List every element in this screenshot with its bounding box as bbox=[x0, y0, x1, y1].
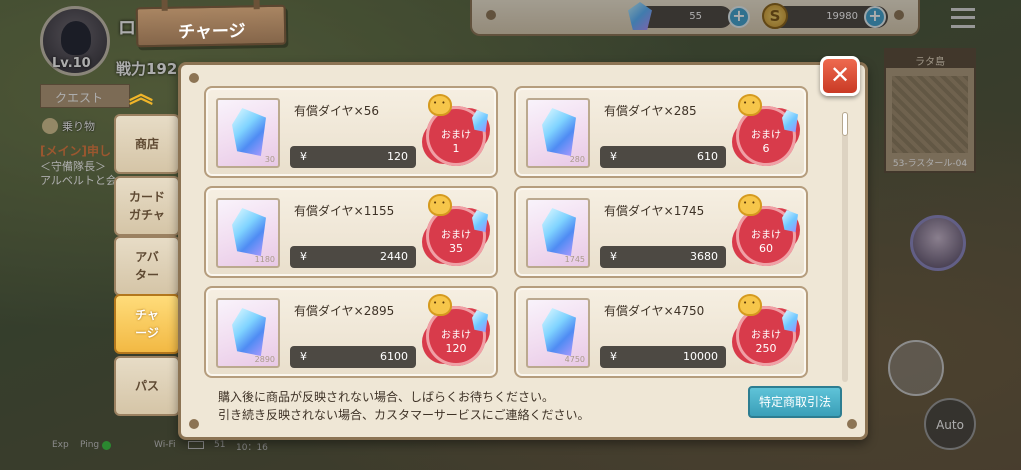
product-card[interactable]: 1180 有償ダイヤ×1155 ¥ 2440 おまけ 35 bbox=[204, 186, 498, 278]
nav-card-gacha[interactable]: カード ガチャ bbox=[114, 176, 180, 236]
nav-pass[interactable]: パス bbox=[114, 356, 180, 416]
bonus-amount: 35 bbox=[449, 242, 463, 255]
price-button[interactable]: ¥ 6100 bbox=[290, 346, 416, 368]
panel-rivet bbox=[189, 73, 199, 83]
bonus-amount: 120 bbox=[445, 342, 467, 355]
bonus-badge: おまけ 250 bbox=[734, 294, 800, 370]
bonus-amount: 6 bbox=[762, 142, 770, 155]
price-button[interactable]: ¥ 610 bbox=[600, 146, 726, 168]
price-amount: 610 bbox=[697, 150, 718, 163]
thumbnail-amount: 1745 bbox=[564, 255, 585, 264]
bonus-badge: おまけ 35 bbox=[424, 194, 490, 270]
bonus-label: おまけ bbox=[751, 130, 781, 141]
product-name: 有償ダイヤ×56 bbox=[294, 104, 379, 118]
product-card[interactable]: 2890 有償ダイヤ×2895 ¥ 6100 おまけ 120 bbox=[204, 286, 498, 378]
commerce-law-button[interactable]: 特定商取引法 bbox=[748, 386, 842, 418]
diamond-icon bbox=[542, 308, 576, 356]
product-card[interactable]: 280 有償ダイヤ×285 ¥ 610 おまけ 6 bbox=[514, 86, 808, 178]
page-title: チャージ bbox=[135, 4, 287, 48]
bonus-badge: おまけ 1 bbox=[424, 94, 490, 170]
diamond-icon bbox=[542, 208, 576, 256]
bonus-amount: 1 bbox=[452, 142, 460, 155]
nav-charge[interactable]: チャ ージ bbox=[114, 294, 180, 354]
currency-symbol: ¥ bbox=[610, 150, 617, 163]
bonus-badge: おまけ 120 bbox=[424, 294, 490, 370]
price-amount: 120 bbox=[387, 150, 408, 163]
mascot-icon bbox=[428, 194, 452, 216]
currency-symbol: ¥ bbox=[300, 350, 307, 363]
thumbnail-amount: 4750 bbox=[564, 355, 585, 364]
nav-avatar[interactable]: アバ ター bbox=[114, 236, 180, 296]
diamond-thumbnail: 30 bbox=[216, 98, 280, 168]
mascot-icon bbox=[738, 94, 762, 116]
bonus-label: おまけ bbox=[441, 330, 471, 341]
scrollbar-track[interactable] bbox=[842, 112, 848, 382]
diamond-thumbnail: 1745 bbox=[526, 198, 590, 268]
bonus-badge: おまけ 6 bbox=[734, 94, 800, 170]
nav-shop[interactable]: 商店 bbox=[114, 114, 180, 174]
product-card[interactable]: 4750 有償ダイヤ×4750 ¥ 10000 おまけ 250 bbox=[514, 286, 808, 378]
bonus-amount: 60 bbox=[759, 242, 773, 255]
diamond-icon bbox=[232, 208, 266, 256]
panel-rivet bbox=[189, 419, 199, 429]
scrollbar-thumb[interactable] bbox=[842, 112, 848, 136]
product-card[interactable]: 1745 有償ダイヤ×1745 ¥ 3680 おまけ 60 bbox=[514, 186, 808, 278]
support-notice: 引き続き反映されない場合、カスタマーサービスにご連絡ください。 bbox=[218, 408, 590, 422]
thumbnail-amount: 280 bbox=[569, 155, 585, 164]
diamond-icon bbox=[232, 108, 266, 156]
panel-rivet bbox=[847, 419, 857, 429]
product-name: 有償ダイヤ×1745 bbox=[604, 204, 705, 218]
purchase-notice: 購入後に商品が反映されない場合、しばらくお待ちください。 bbox=[218, 390, 555, 404]
thumbnail-amount: 2890 bbox=[254, 355, 275, 364]
product-card[interactable]: 30 有償ダイヤ×56 ¥ 120 おまけ 1 bbox=[204, 86, 498, 178]
thumbnail-amount: 1180 bbox=[254, 255, 275, 264]
bonus-label: おまけ bbox=[441, 130, 471, 141]
bonus-label: おまけ bbox=[441, 230, 471, 241]
bonus-badge: おまけ 60 bbox=[734, 194, 800, 270]
diamond-icon bbox=[232, 308, 266, 356]
product-name: 有償ダイヤ×285 bbox=[604, 104, 697, 118]
bonus-label: おまけ bbox=[751, 330, 781, 341]
currency-symbol: ¥ bbox=[610, 250, 617, 263]
price-amount: 2440 bbox=[380, 250, 408, 263]
bonus-label: おまけ bbox=[751, 230, 781, 241]
close-button[interactable]: ✕ bbox=[820, 56, 860, 96]
mascot-icon bbox=[738, 194, 762, 216]
product-name: 有償ダイヤ×1155 bbox=[294, 204, 395, 218]
mascot-icon bbox=[428, 94, 452, 116]
diamond-thumbnail: 2890 bbox=[216, 298, 280, 368]
price-button[interactable]: ¥ 120 bbox=[290, 146, 416, 168]
diamond-icon bbox=[542, 108, 576, 156]
currency-symbol: ¥ bbox=[300, 250, 307, 263]
price-amount: 3680 bbox=[690, 250, 718, 263]
price-button[interactable]: ¥ 10000 bbox=[600, 346, 726, 368]
price-button[interactable]: ¥ 3680 bbox=[600, 246, 726, 268]
diamond-thumbnail: 1180 bbox=[216, 198, 280, 268]
thumbnail-amount: 30 bbox=[264, 155, 275, 164]
product-name: 有償ダイヤ×4750 bbox=[604, 304, 705, 318]
mascot-icon bbox=[428, 294, 452, 316]
diamond-thumbnail: 280 bbox=[526, 98, 590, 168]
mascot-icon bbox=[738, 294, 762, 316]
diamond-thumbnail: 4750 bbox=[526, 298, 590, 368]
bonus-amount: 250 bbox=[755, 342, 777, 355]
price-amount: 10000 bbox=[683, 350, 718, 363]
price-button[interactable]: ¥ 2440 bbox=[290, 246, 416, 268]
currency-symbol: ¥ bbox=[610, 350, 617, 363]
price-amount: 6100 bbox=[380, 350, 408, 363]
product-name: 有償ダイヤ×2895 bbox=[294, 304, 395, 318]
currency-symbol: ¥ bbox=[300, 150, 307, 163]
chevron-up-icon[interactable]: ︽ bbox=[126, 80, 156, 108]
